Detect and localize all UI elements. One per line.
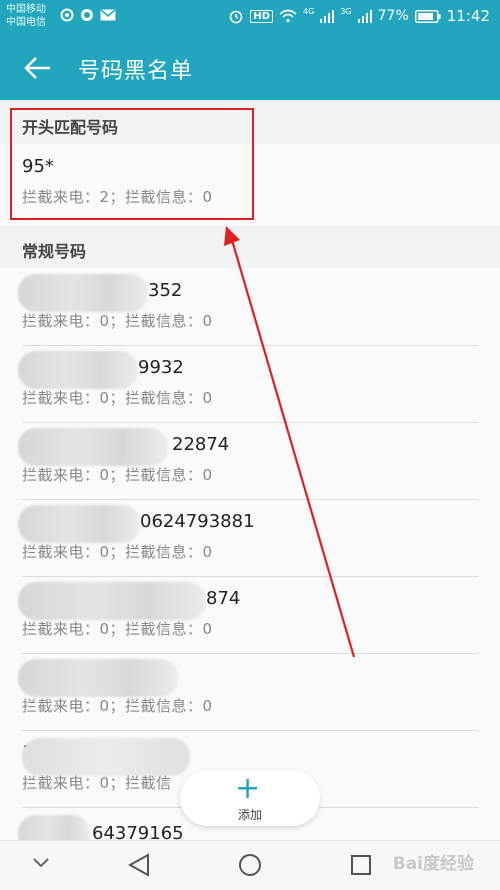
add-button-label: 添加	[237, 808, 262, 822]
plus-icon: +	[235, 771, 261, 806]
chevron-down-icon[interactable]	[32, 857, 50, 869]
back-triangle-icon[interactable]	[128, 853, 150, 877]
watermark: Bai度经验	[392, 854, 474, 874]
add-button[interactable]: + 添加	[180, 770, 320, 826]
home-circle-icon[interactable]	[238, 853, 262, 877]
recents-square-icon[interactable]	[350, 854, 372, 876]
annotation-arrow	[224, 226, 356, 658]
